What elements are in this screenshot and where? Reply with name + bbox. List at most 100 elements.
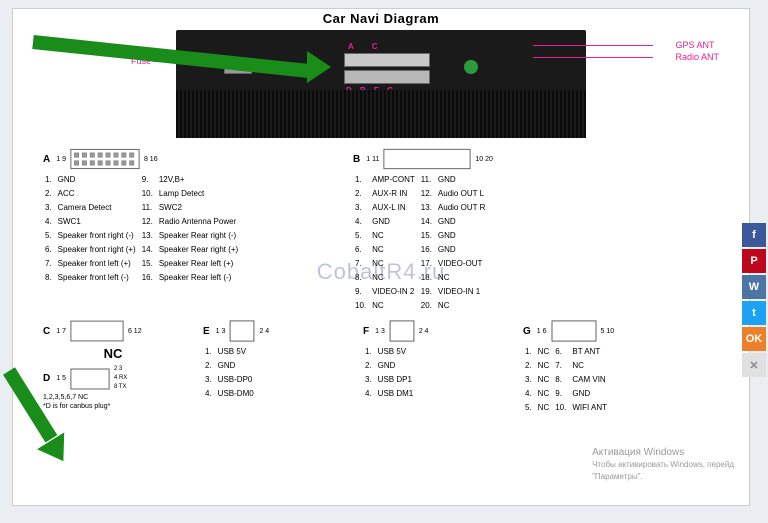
conn-B-pins: 1.AMP-CONT11.GND 2.AUX-R IN12.Audio OUT L… [353,172,491,314]
page-title: Car Navi Diagram [13,9,749,28]
pin-row: 4.USB-DM0 [205,388,258,400]
pin-row: 4.GND14.GND [355,216,489,228]
pin-row: 8.NC18.NC [355,272,489,284]
pin-row: 9.VIDEO-IN 219.VIDEO-IN 1 [355,286,489,298]
pin-row: 2.AUX-R IN12.Audio OUT L [355,188,489,200]
conn-E-pins: 1.USB 5V 2.GND 3.USB-DP0 4.USB-DM0 [203,344,260,402]
share-pinterest[interactable]: P [742,249,766,273]
pin-row: 1.GND9.12V,B+ [45,174,242,186]
pin-row: 8.Speaker front left (-)16.Speaker Rear … [45,272,242,284]
connector-C: C 1 7 6 12 NC [43,320,183,361]
conn-G-letter: G [523,326,531,337]
conn-F-pins: 1.USB 5V 2.GND 3.USB DP1 4.USB DM1 [363,344,419,402]
pin-row: 6.NC16.GND [355,244,489,256]
conn-A-letter: A [43,154,50,165]
gps-ant-label: GPS ANT [675,39,719,51]
conn-F-shape [389,320,415,342]
antenna-labels: GPS ANT Radio ANT [675,39,719,63]
conn-D-note1: 1,2,3,5,6,7 NC [43,394,183,401]
pin-row: 5.NC15.GND [355,230,489,242]
pinout-row-2: C 1 7 6 12 NC D 1 5 2 34 RX8 TX 1,2,3,5,… [13,320,749,416]
conn-D-left: 1 5 [56,374,66,383]
conn-E-shape [229,320,255,342]
conn-E-letter: E [203,326,210,337]
conn-F-left: 1 3 [375,327,385,336]
pin-row: 2.GND [205,360,258,372]
conn-G-right: 5 10 [601,327,615,336]
conn-F-letter: F [363,326,369,337]
pin-row: 3.AUX-L IN13.Audio OUT R [355,202,489,214]
connector-E: E 1 3 2 4 1.USB 5V 2.GND 3.USB-DP0 4.USB-DM… [203,320,343,416]
conn-D-right: 2 34 RX8 TX [114,365,127,392]
windows-activation: Активация Windows Чтобы активировать Win… [592,447,734,483]
pin-row: 2.GND [365,360,417,372]
pin-row: 7.Speaker front left (+)15.Speaker Rear … [45,258,242,270]
pin-row: 2.ACC10.Lamp Detect [45,188,242,200]
win-line3: "Параметры". [592,471,734,483]
conn-B-left-nums: 1 11 [366,155,379,164]
conn-B-shape [383,148,471,170]
conn-F-right: 2 4 [419,327,429,336]
share-vk[interactable]: W [742,275,766,299]
conn-G-shape [551,320,597,342]
connector-F: F 1 3 2 4 1.USB 5V 2.GND 3.USB DP1 4.USB DM… [363,320,503,416]
conn-A-left-nums: 1 9 [56,155,66,164]
pin-row: 6.Speaker front right (+)14.Speaker Rear… [45,244,242,256]
conn-D-letter: D [43,373,50,384]
win-line2: Чтобы активировать Windows, перейд [592,459,734,471]
conn-B-letter: B [353,154,360,165]
bottom-letters: D B F G [346,86,396,95]
pin-row: 7.NC17.VIDEO-OUT [355,258,489,270]
radio-ant-label: Radio ANT [675,51,719,63]
share-ok[interactable]: OK [742,327,766,351]
connector-G: G 1 6 5 10 1.NC6.BT ANT 2.NC7.NC 3.NC8.CAM… [523,320,663,416]
conn-D-note2: *D is for canbus plug* [43,403,183,410]
head-unit-rear: A C D B F G [176,30,586,138]
pin-row: 4.NC9.GND [525,388,611,400]
connector-A: A 1 9 8 16 1.GND9.12V,B+ 2.ACC10.Lamp Det… [43,148,333,314]
pin-row: 1.USB 5V [205,346,258,358]
conn-C-nc: NC [43,346,183,361]
pin-row: 4.USB DM1 [365,388,417,400]
connector-row-bottom [344,70,430,84]
pin-row: 3.NC8.CAM VIN [525,374,611,386]
pin-row: 3.Camera Detect11.SWC2 [45,202,242,214]
radio-line [533,57,653,58]
pin-row: 1.NC6.BT ANT [525,346,611,358]
gps-line [533,45,653,46]
conn-G-pins: 1.NC6.BT ANT 2.NC7.NC 3.NC8.CAM VIN 4.NC9.G… [523,344,613,416]
conn-C-shape [70,320,124,342]
pin-row: 5.NC10.WIFI ANT [525,402,611,414]
pin-row: 10.NC20.NC [355,300,489,312]
share-close[interactable]: ✕ [742,353,766,377]
gps-port [464,60,478,74]
pin-row: 1.AMP-CONT11.GND [355,174,489,186]
connector-B: B 1 11 10 20 1.AMP-CONT11.GND 2.AUX-R IN1… [353,148,653,314]
conn-E-right: 2 4 [259,327,269,336]
connector-D: D 1 5 2 34 RX8 TX 1,2,3,5,6,7 NC *D is f… [43,365,183,410]
win-line1: Активация Windows [592,447,734,459]
arrow-1-head [307,51,331,83]
conn-A-right-nums: 8 16 [144,155,158,164]
connectors-CD-column: C 1 7 6 12 NC D 1 5 2 34 RX8 TX 1,2,3,5,… [43,320,183,416]
share-facebook[interactable]: f [742,223,766,247]
conn-B-right-nums: 10 20 [475,155,493,164]
pin-row: 2.NC7.NC [525,360,611,372]
diagram-page: Car Navi Diagram A C D B F G Fuse GPS AN… [12,8,750,506]
conn-E-left: 1 3 [216,327,226,336]
conn-A-pins: 1.GND9.12V,B+ 2.ACC10.Lamp Detect 3.Camera… [43,172,244,286]
conn-G-left: 1 6 [537,327,547,336]
pin-row: 1.USB 5V [365,346,417,358]
conn-D-shape [70,368,110,390]
pinout-row-1: A 1 9 8 16 1.GND9.12V,B+ 2.ACC10.Lamp Det… [13,144,749,314]
pin-row: 5.Speaker front right (-)13.Speaker Rear… [45,230,242,242]
conn-A-shape [70,148,140,170]
share-twitter[interactable]: t [742,301,766,325]
top-letters: A C [348,42,385,51]
pin-row: 3.USB-DP0 [205,374,258,386]
conn-C-letter: C [43,326,50,337]
conn-C-right: 6 12 [128,327,142,336]
connector-row-top [344,53,430,67]
pin-row: 3.USB DP1 [365,374,417,386]
pin-row: 4.SWC112.Radio Antenna Power [45,216,242,228]
